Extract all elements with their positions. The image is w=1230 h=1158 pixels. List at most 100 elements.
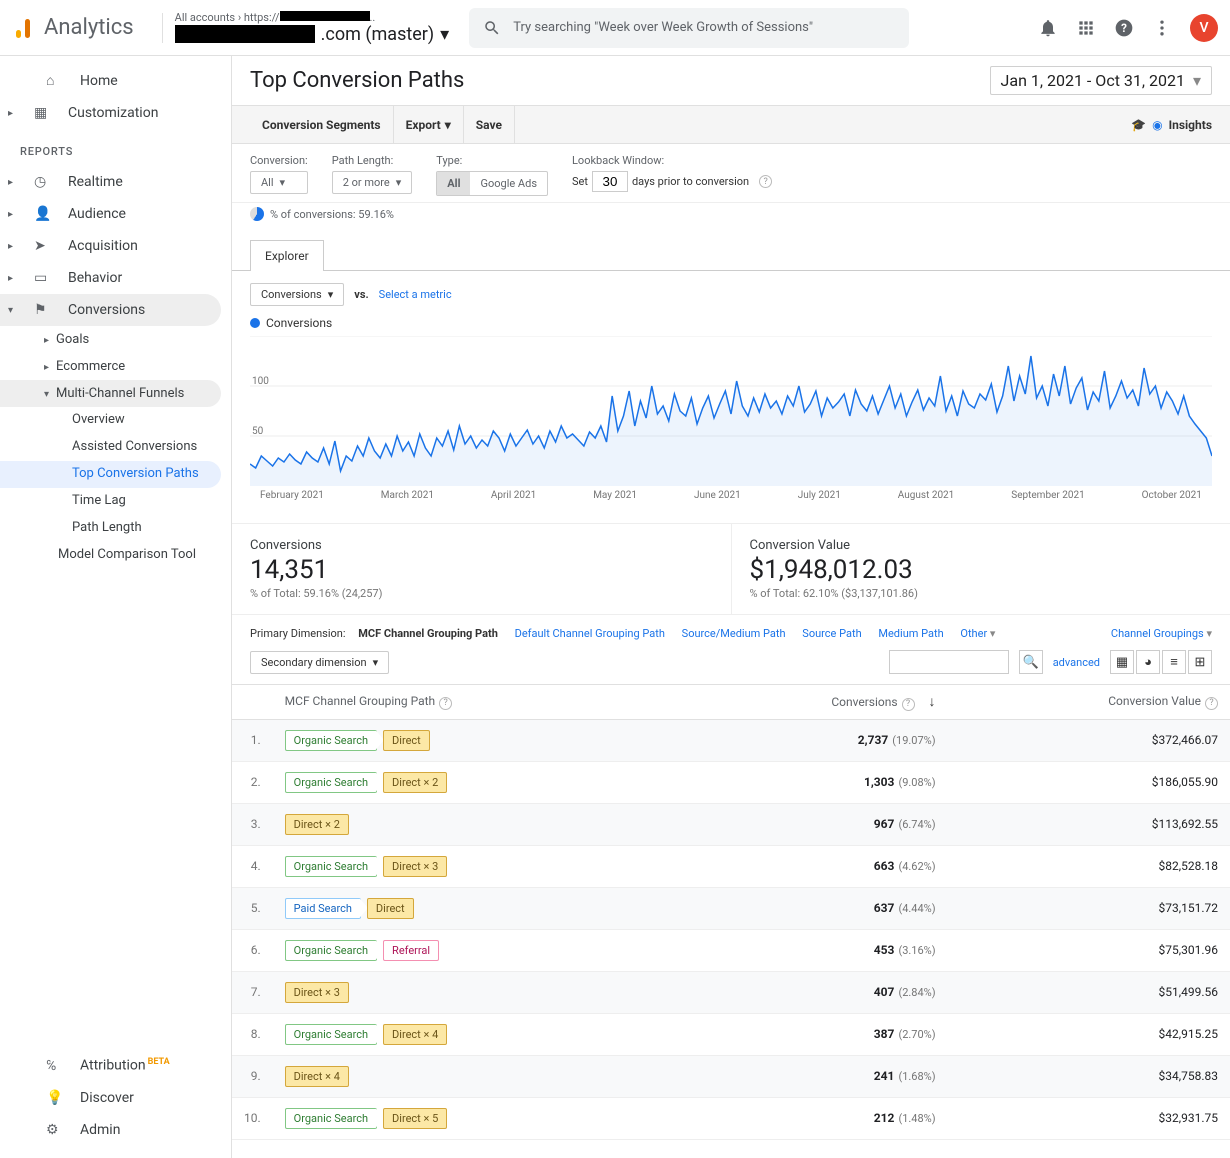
save-button[interactable]: Save [464,106,515,144]
table-row[interactable]: 5.Paid SearchDirect637(4.44%)$73,151.72 [232,887,1230,929]
type-toggle[interactable]: All Google Ads [436,171,548,196]
paths-table: MCF Channel Grouping Path? Conversions?↓… [232,684,1230,1140]
help-icon[interactable]: ? [759,175,772,188]
date-range-picker[interactable]: Jan 1, 2021 - Oct 31, 2021▾ [990,66,1212,95]
avatar[interactable]: V [1190,14,1218,42]
row-index: 9. [232,1055,273,1097]
sidebar-item-discover[interactable]: 💡Discover [0,1082,231,1114]
dim-medium[interactable]: Medium Path [878,627,943,640]
path-length-label: Path Length: [332,154,413,167]
table-row[interactable]: 9.Direct × 4241(1.68%)$34,758.83 [232,1055,1230,1097]
svg-text:?: ? [1121,21,1127,35]
channel-chip: Direct × 4 [285,1066,349,1087]
sidebar-item-overview[interactable]: Overview [0,407,231,434]
dim-other[interactable]: Other ▾ [960,627,995,640]
sidebar-item-ecommerce[interactable]: ▸Ecommerce [0,353,231,380]
chevron-down-icon: ▾ [440,24,449,45]
view-table-icon[interactable]: ▦ [1110,650,1134,674]
advanced-link[interactable]: advanced [1053,656,1100,669]
row-value: $42,915.25 [948,1013,1230,1055]
lookback-input[interactable] [592,171,628,192]
row-value: $73,151.72 [948,887,1230,929]
export-button[interactable]: Export ▾ [394,106,464,144]
sidebar-item-goals[interactable]: ▸Goals [0,326,231,353]
col-value[interactable]: Conversion Value? [948,685,1230,720]
table-row[interactable]: 6.Organic SearchReferral453(3.16%)$75,30… [232,929,1230,971]
table-row[interactable]: 3.Direct × 2967(6.74%)$113,692.55 [232,803,1230,845]
education-icon[interactable]: 🎓 [1131,118,1146,132]
table-row[interactable]: 1.Organic SearchDirect2,737(19.07%)$372,… [232,719,1230,761]
search-input[interactable]: Try searching "Week over Week Growth of … [469,8,909,48]
sidebar-item-customization[interactable]: ▸▦Customization [0,97,231,129]
channel-chip: Organic Search [285,856,377,877]
account-breadcrumb: All accounts › https://.. [175,11,450,24]
secondary-dimension-dropdown[interactable]: Secondary dimension ▾ [250,651,389,674]
row-index: 6. [232,929,273,971]
apps-icon[interactable] [1076,18,1096,38]
select-metric-link[interactable]: Select a metric [379,288,452,301]
sidebar-item-behavior[interactable]: ▸▭Behavior [0,262,231,294]
sidebar-item-path-length[interactable]: Path Length [0,515,231,542]
brand-name: Analytics [44,15,134,40]
channel-chip: Paid Search [285,898,361,919]
dimension-bar: Primary Dimension: MCF Channel Grouping … [232,615,1230,640]
row-index: 1. [232,719,273,761]
view-pie-icon[interactable]: ◕ [1136,650,1160,674]
toolbar: Conversion Segments Export ▾ Save 🎓 ◉ In… [232,106,1230,144]
path-length-dropdown[interactable]: 2 or more ▾ [332,171,413,194]
conversion-dropdown[interactable]: All ▾ [250,171,308,194]
dim-source-medium[interactable]: Source/Medium Path [682,627,786,640]
channel-chip: Direct × 3 [285,982,349,1003]
table-search-input[interactable] [889,650,1009,674]
dim-active[interactable]: MCF Channel Grouping Path [358,627,498,640]
view-pivot-icon[interactable]: ⊞ [1188,650,1212,674]
metric-dropdown[interactable]: Conversions ▾ [250,283,344,306]
account-switcher[interactable]: All accounts › https://.. .com (master) … [175,11,450,45]
type-google-ads[interactable]: Google Ads [470,172,547,195]
row-conversions: 637(4.44%) [677,887,948,929]
table-controls: Secondary dimension ▾ 🔍 advanced ▦ ◕ ≡ ⊞ [232,640,1230,684]
sidebar-item-assisted[interactable]: Assisted Conversions [0,434,231,461]
logo[interactable]: Analytics [12,15,134,40]
filter-bar: Conversion: All ▾ Path Length: 2 or more… [232,144,1230,203]
table-row[interactable]: 7.Direct × 3407(2.84%)$51,499.56 [232,971,1230,1013]
row-conversions: 663(4.62%) [677,845,948,887]
sidebar-item-top-paths[interactable]: Top Conversion Paths [0,461,221,488]
more-icon[interactable] [1152,18,1172,38]
table-row[interactable]: 8.Organic SearchDirect × 4387(2.70%)$42,… [232,1013,1230,1055]
channel-chip: Organic Search [285,1108,377,1129]
col-path[interactable]: MCF Channel Grouping Path? [273,685,677,720]
channel-chip: Organic Search [285,940,377,961]
sidebar-item-time-lag[interactable]: Time Lag [0,488,231,515]
dim-source[interactable]: Source Path [802,627,861,640]
table-search-button[interactable]: 🔍 [1019,650,1043,674]
pct-conversions: % of conversions: 59.16% [232,203,1230,231]
sidebar-item-realtime[interactable]: ▸◷Realtime [0,166,231,198]
conversion-segments-button[interactable]: Conversion Segments [250,106,394,144]
tab-explorer[interactable]: Explorer [250,240,324,271]
sidebar-item-admin[interactable]: ⚙Admin [0,1114,231,1146]
sidebar-item-audience[interactable]: ▸👤Audience [0,198,231,230]
bell-icon[interactable] [1038,18,1058,38]
insights-button[interactable]: Insights [1169,118,1212,132]
sidebar-item-attribution[interactable]: ℅AttributionBETA [0,1049,231,1082]
sidebar-item-home[interactable]: ⌂Home [0,64,231,97]
sidebar-item-mcf[interactable]: ▾Multi-Channel Funnels [0,380,221,407]
table-row[interactable]: 4.Organic SearchDirect × 3663(4.62%)$82,… [232,845,1230,887]
help-icon[interactable]: ? [1114,18,1134,38]
row-value: $32,931.75 [948,1097,1230,1139]
sidebar-item-model-comparison[interactable]: Model Comparison Tool [0,541,231,568]
insights-icon[interactable]: ◉ [1152,118,1162,132]
col-conversions[interactable]: Conversions?↓ [677,685,948,720]
dim-default[interactable]: Default Channel Grouping Path [515,627,665,640]
row-path: Direct × 3 [273,971,677,1013]
type-all[interactable]: All [437,172,470,195]
line-chart[interactable]: 50100150 [250,336,1212,486]
dim-channel-groupings[interactable]: Channel Groupings ▾ [1111,627,1212,640]
table-row[interactable]: 10.Organic SearchDirect × 5212(1.48%)$32… [232,1097,1230,1139]
sidebar-item-conversions[interactable]: ▾⚑Conversions [0,294,221,326]
row-path: Paid SearchDirect [273,887,677,929]
table-row[interactable]: 2.Organic SearchDirect × 21,303(9.08%)$1… [232,761,1230,803]
view-bar-icon[interactable]: ≡ [1162,650,1186,674]
sidebar-item-acquisition[interactable]: ▸➤Acquisition [0,230,231,262]
